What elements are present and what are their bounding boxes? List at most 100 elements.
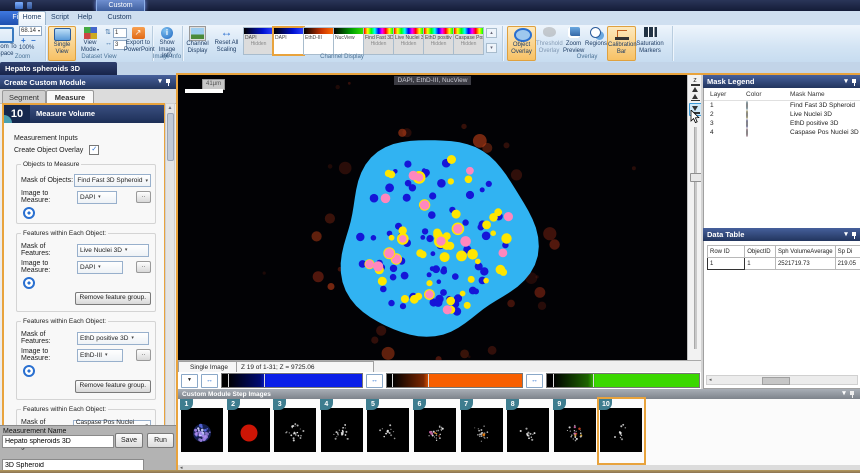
tab-home[interactable]: Home: [18, 11, 46, 26]
channel-overlay-label: DAPI, EthD-III, NucView: [394, 76, 472, 85]
image-to-measure-select[interactable]: DAPI▾: [77, 191, 117, 204]
pin-icon[interactable]: [848, 390, 856, 398]
swatch-scroll-up[interactable]: ▴: [486, 28, 497, 38]
step-images-title: Custom Module Step Images: [182, 391, 271, 398]
mask-color-dot: [746, 119, 748, 128]
collapse-icon[interactable]: ▾: [840, 390, 848, 398]
channel-swatch-live-nuclei-3[interactable]: Live Nuclei 3Hidden: [393, 27, 424, 55]
tab-script[interactable]: Script: [48, 11, 72, 25]
run-button[interactable]: Run: [147, 433, 174, 448]
step-thumbnail-2[interactable]: 2: [227, 399, 272, 463]
tab-measure[interactable]: Measure: [46, 90, 94, 104]
regions-icon: [588, 27, 604, 40]
column-count-icon: ↔: [105, 40, 112, 47]
save-button[interactable]: Save: [115, 433, 143, 448]
channel-name: NucView: [334, 34, 363, 41]
step-thumbnail-1[interactable]: 1: [180, 399, 225, 463]
step-thumbnail-6[interactable]: 6: [413, 399, 458, 463]
channel-swatch-caspase-pos[interactable]: Caspase PosHidden: [453, 27, 484, 55]
feature-target-icon[interactable]: [23, 207, 35, 219]
more-options-button[interactable]: ..: [136, 191, 151, 203]
create-custom-module-panel: Create Custom Module ▾ Segment Measure 1…: [0, 75, 176, 425]
step-thumbnail-3[interactable]: 3: [273, 399, 318, 463]
hscroll-thumb[interactable]: [762, 377, 790, 385]
mask-of-features-select[interactable]: EthD positive 3D▾: [77, 332, 149, 345]
mask-legend-panel: Mask Legend ▾ Layer Color Mask Name 1Fin…: [703, 75, 860, 230]
info-icon: i: [161, 27, 173, 39]
zoom-percent-button[interactable]: 100%: [19, 45, 34, 51]
create-object-overlay-checkbox[interactable]: ✓: [89, 145, 99, 155]
scrollbar-thumb[interactable]: [167, 113, 174, 161]
more-options-button[interactable]: ..: [136, 349, 151, 361]
lut-menu-button[interactable]: ▼: [181, 374, 198, 388]
legend-row: 1Find Fast 3D Spheroid: [704, 101, 860, 110]
image-to-measure-select[interactable]: DAPI▾: [77, 261, 123, 274]
channel-swatch-ethd-iii[interactable]: EthD-III: [303, 27, 334, 55]
pin-icon[interactable]: [164, 78, 172, 86]
table-row[interactable]: 1 1 2521719.73 219.05: [708, 258, 860, 270]
step-image: [600, 408, 642, 452]
channel-swatch-dapi[interactable]: DAPIHidden: [243, 27, 274, 55]
data-table-title: Data Table: [707, 230, 744, 239]
feature-target-icon[interactable]: [23, 365, 35, 377]
dataset-tab[interactable]: Hepato spheroids 3D: [0, 62, 117, 75]
scroll-left-arrow[interactable]: ◂: [709, 377, 712, 383]
step-thumbnail-9[interactable]: 9: [553, 399, 598, 463]
mask-legend-title: Mask Legend: [707, 77, 755, 86]
measurement-name-input[interactable]: [2, 435, 114, 448]
image-viewport[interactable]: DAPI, EthD-III, NucView 41µm: [178, 75, 687, 360]
collapse-icon[interactable]: ▾: [842, 78, 850, 86]
step-thumbnail-7[interactable]: 7: [460, 399, 505, 463]
mask-of-objects-select[interactable]: Find Fast 3D Spheroid▾: [74, 174, 151, 187]
tab-custom-module[interactable]: Custom Module: [97, 11, 142, 25]
collapse-icon[interactable]: ▾: [156, 78, 164, 86]
z-top-button[interactable]: [688, 84, 702, 92]
legend-row: 3EthD positive 3D: [704, 119, 860, 128]
collapse-icon[interactable]: ▾: [842, 231, 850, 239]
remove-feature-group-button[interactable]: Remove feature group.: [75, 380, 151, 393]
image-to-measure-select[interactable]: EthD-III▾: [77, 349, 123, 362]
remove-feature-group-button[interactable]: Remove feature group.: [75, 292, 151, 305]
z-up-button[interactable]: [688, 94, 702, 102]
step-header: 10 Measure Volume: [4, 105, 164, 123]
application-window: Custom Module File Home Script Help Cust…: [0, 0, 860, 473]
lut-gradient-bar[interactable]: [546, 373, 700, 388]
table-hscrollbar[interactable]: ◂: [706, 375, 858, 385]
lut-autoscale-button[interactable]: ↔: [526, 374, 543, 388]
hidden-label: Hidden: [424, 41, 453, 47]
swatch-scroll-down[interactable]: ▾: [486, 43, 497, 53]
zoom-value-combo[interactable]: 68.14▾: [19, 26, 42, 36]
channel-name: EthD-III: [304, 34, 333, 41]
calibration-bar-icon: [614, 28, 630, 41]
quick-access-icon[interactable]: [27, 2, 32, 9]
module-tabs: Segment Measure: [0, 89, 176, 104]
channel-swatch-find-fast-3d[interactable]: Find Fast 3DHidden: [363, 27, 394, 55]
step-thumbnail-4[interactable]: 4: [320, 399, 365, 463]
feature-target-icon[interactable]: [23, 277, 35, 289]
step-thumbnail-10[interactable]: 10: [599, 399, 644, 463]
channel-swatch-nucview[interactable]: NucView: [333, 27, 364, 55]
single-view-icon: [54, 28, 71, 41]
lut-gradient-bar[interactable]: [386, 373, 523, 388]
lut-autoscale-button[interactable]: ↔: [366, 374, 383, 388]
panel-scrollbar[interactable]: ▲: [165, 103, 175, 427]
step-thumbnail-5[interactable]: 5: [366, 399, 411, 463]
step-thumbnail-8[interactable]: 8: [506, 399, 551, 463]
scroll-up-arrow[interactable]: ▲: [166, 104, 174, 112]
pin-icon[interactable]: [850, 231, 858, 239]
image-info-group-label: Image Info: [152, 54, 182, 61]
tab-segment[interactable]: Segment: [2, 90, 46, 104]
channel-swatch-dapi[interactable]: DAPI: [272, 26, 305, 56]
lut-autoscale-button[interactable]: ↔: [201, 374, 218, 388]
zoom-out-button[interactable]: −: [31, 36, 36, 45]
pin-icon[interactable]: [850, 78, 858, 86]
zoom-in-button[interactable]: +: [21, 36, 26, 45]
mask-of-features-select[interactable]: Live Nuclei 3D▾: [77, 244, 149, 257]
more-options-button[interactable]: ..: [136, 261, 151, 273]
app-icon[interactable]: [15, 2, 23, 9]
mask-color-dot: [746, 128, 748, 137]
channel-swatch-ethd-positiv[interactable]: EthD positivHidden: [423, 27, 454, 55]
lut-gradient-bar[interactable]: [221, 373, 363, 388]
z-slider-track[interactable]: [694, 127, 697, 349]
tab-help[interactable]: Help: [76, 11, 94, 25]
